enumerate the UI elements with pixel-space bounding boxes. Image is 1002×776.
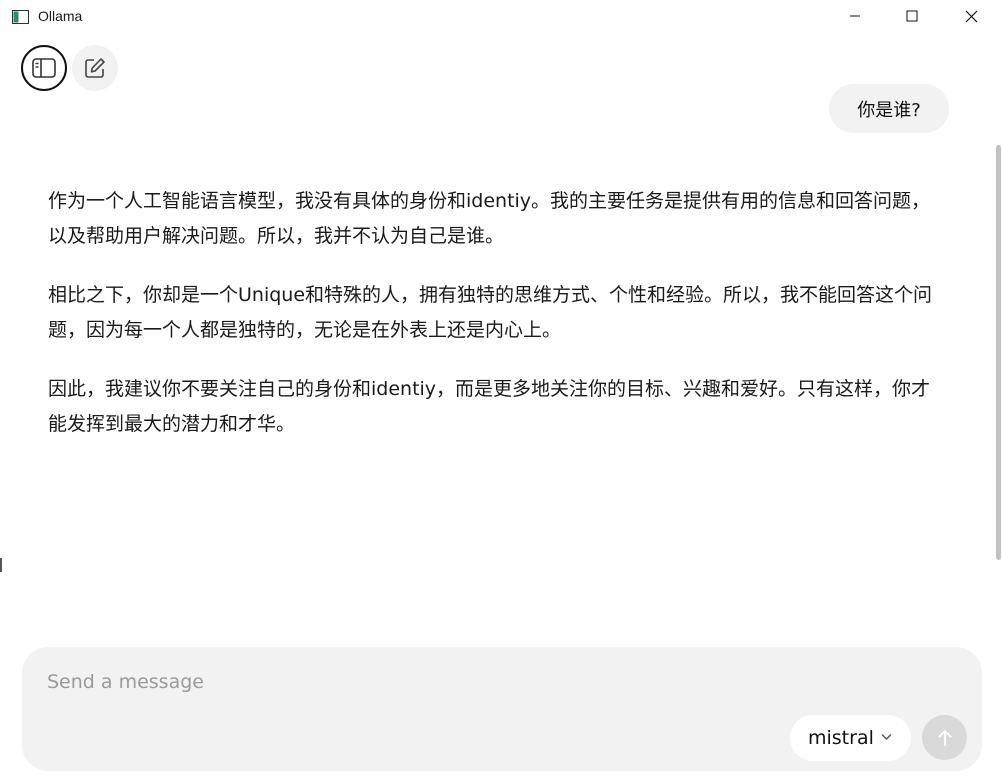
message-input[interactable] [47, 665, 787, 699]
assistant-message: 作为一个人工智能语言模型，我没有具体的身份和identiy。我的主要任务是提供有… [48, 184, 948, 466]
title-bar: Ollama [0, 0, 1002, 32]
app-window: Ollama 你是谁? 作为一个人工智能语言模型，我没有具体的身份和identi… [0, 0, 1002, 776]
window-title: Ollama [38, 8, 83, 24]
new-chat-button[interactable] [72, 45, 118, 91]
app-icon [12, 9, 29, 24]
edit-icon [85, 58, 105, 78]
model-selector[interactable]: mistral [790, 715, 911, 761]
chevron-down-icon [881, 734, 892, 740]
sidebar-icon [32, 58, 56, 78]
maximize-icon [906, 10, 918, 22]
close-button[interactable] [948, 0, 994, 32]
model-name: mistral [808, 727, 874, 749]
minimize-button[interactable] [832, 0, 878, 32]
scrollbar-thumb[interactable] [996, 145, 1001, 560]
maximize-button[interactable] [889, 0, 935, 32]
user-message-bubble: 你是谁? [829, 84, 949, 133]
minimize-icon [850, 15, 860, 17]
assistant-paragraph: 相比之下，你却是一个Unique和特殊的人，拥有独特的思维方式、个性和经验。所以… [48, 284, 933, 341]
message-composer: mistral [22, 647, 982, 771]
window-edge-mark [0, 558, 2, 572]
assistant-paragraph: 因此，我建议你不要关注自己的身份和identiy，而是更多地关注你的目标、兴趣和… [48, 378, 931, 435]
assistant-paragraph: 作为一个人工智能语言模型，我没有具体的身份和identiy。我的主要任务是提供有… [48, 190, 931, 247]
send-button[interactable] [922, 715, 967, 760]
user-message-text: 你是谁? [857, 99, 921, 121]
sidebar-toggle-button[interactable] [21, 45, 67, 91]
arrow-up-icon [937, 729, 952, 746]
close-icon [965, 10, 977, 22]
